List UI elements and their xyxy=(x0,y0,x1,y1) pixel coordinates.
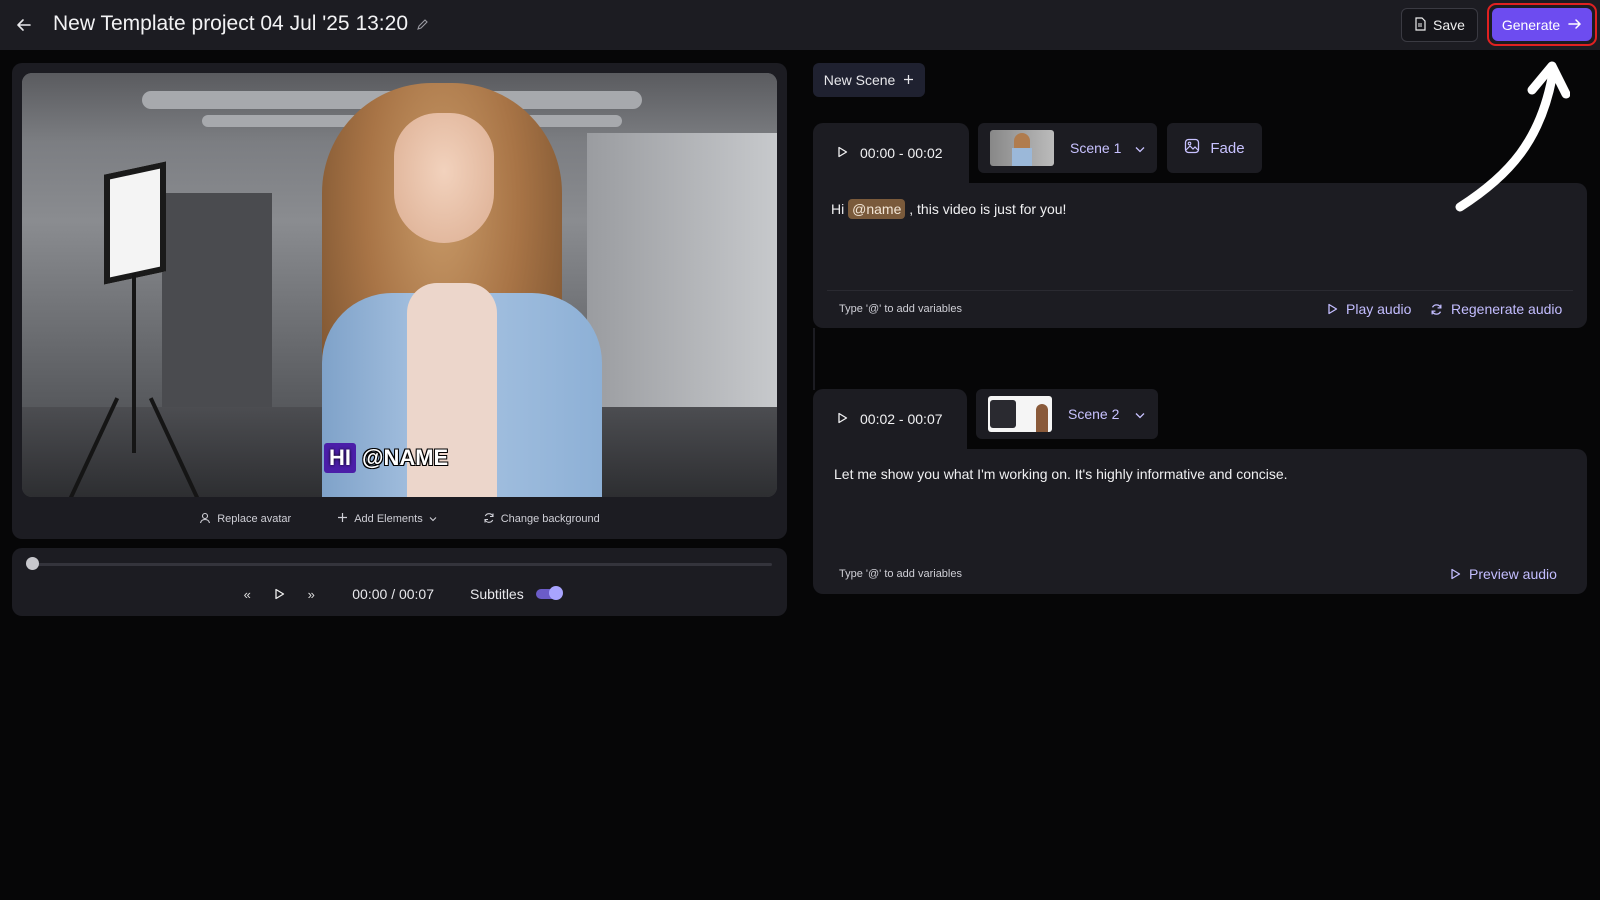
chevron-down-icon xyxy=(1135,140,1145,156)
preview-panel: HI @NAME Replace avatar Add Elements Cha… xyxy=(12,63,787,539)
studio-wall xyxy=(587,133,777,433)
scene-connector xyxy=(813,328,845,390)
play-icon[interactable] xyxy=(837,411,848,427)
pencil-icon[interactable] xyxy=(416,17,430,31)
scene-2-script-card: Let me show you what I'm working on. It'… xyxy=(813,449,1587,594)
preview-toolbar: Replace avatar Add Elements Change backg… xyxy=(12,499,787,539)
save-file-icon xyxy=(1414,16,1426,34)
preview-audio-button[interactable]: Preview audio xyxy=(1450,566,1557,582)
timeline-scrubber[interactable] xyxy=(26,557,39,570)
change-background-button[interactable]: Change background xyxy=(483,512,600,527)
arrow-right-icon xyxy=(1568,17,1582,33)
project-title-text: New Template project 04 Jul '25 13:20 xyxy=(53,12,409,35)
add-elements-button[interactable]: Add Elements xyxy=(337,512,437,526)
scene-1-thumbnail xyxy=(990,130,1054,166)
play-icon xyxy=(1451,568,1461,580)
playback-time: 00:00 / 00:07 xyxy=(352,586,435,602)
regenerate-audio-label: Regenerate audio xyxy=(1451,301,1563,317)
light-stand xyxy=(132,273,136,453)
subtitles-control: Subtitles xyxy=(470,586,563,602)
generate-button[interactable]: Generate xyxy=(1492,8,1592,41)
play-audio-button[interactable]: Play audio xyxy=(1327,301,1411,317)
avatar-face xyxy=(394,113,494,243)
scene-2-time-range: 00:02 - 00:07 xyxy=(860,411,943,427)
user-icon xyxy=(199,512,211,527)
variables-hint: Type '@' to add variables xyxy=(839,303,962,315)
playback-panel: « » 00:00 / 00:07 Subtitles xyxy=(12,548,787,616)
replace-avatar-label: Replace avatar xyxy=(217,513,292,525)
top-bar: New Template project 04 Jul '25 13:20 Sa… xyxy=(0,0,1600,50)
transition-label: Fade xyxy=(1210,139,1245,157)
play-icon xyxy=(1328,303,1338,315)
scene-2-selector[interactable]: Scene 2 xyxy=(976,389,1158,439)
plus-icon xyxy=(903,72,914,88)
subtitles-toggle[interactable] xyxy=(535,586,563,600)
skip-back-icon[interactable]: « xyxy=(238,585,256,603)
scene-1-time-tab[interactable]: 00:00 - 00:02 xyxy=(813,123,969,183)
image-transition-icon xyxy=(1184,138,1200,158)
subtitle-caption: HI @NAME xyxy=(324,443,448,473)
preview-audio-label: Preview audio xyxy=(1469,566,1557,582)
scene-2-script[interactable]: Let me show you what I'm working on. It'… xyxy=(834,466,1288,482)
variable-chip-name[interactable]: @name xyxy=(848,199,906,219)
play-audio-label: Play audio xyxy=(1346,301,1412,317)
video-preview[interactable]: HI @NAME xyxy=(22,73,777,497)
replace-avatar-button[interactable]: Replace avatar xyxy=(199,512,291,527)
add-elements-label: Add Elements xyxy=(354,513,423,525)
back-arrow-icon[interactable] xyxy=(12,13,36,37)
scene-2-thumbnail xyxy=(988,396,1052,432)
save-label: Save xyxy=(1433,17,1465,33)
chevron-down-icon xyxy=(1135,406,1145,422)
play-icon[interactable] xyxy=(837,145,848,161)
script-divider xyxy=(827,290,1573,291)
annotation-arrow-icon xyxy=(1455,61,1570,212)
save-button[interactable]: Save xyxy=(1401,8,1478,42)
timeline-track[interactable] xyxy=(31,563,772,566)
plus-icon xyxy=(337,512,348,526)
refresh-icon xyxy=(483,512,495,527)
studio-door xyxy=(162,193,272,433)
new-scene-button[interactable]: New Scene xyxy=(813,63,925,97)
script-text-before: Hi xyxy=(831,201,845,217)
caption-word-hi: HI xyxy=(324,443,356,473)
variables-hint: Type '@' to add variables xyxy=(839,568,962,580)
generate-highlight: Generate xyxy=(1487,3,1597,46)
scene-2-label: Scene 2 xyxy=(1068,406,1120,422)
play-icon[interactable] xyxy=(270,585,288,603)
scene-1-script[interactable]: Hi @name , this video is just for you! xyxy=(831,199,1067,219)
script-text-after: , this video is just for you! xyxy=(909,201,1067,217)
regenerate-audio-button[interactable]: Regenerate audio xyxy=(1430,301,1562,317)
subtitles-label: Subtitles xyxy=(470,586,524,602)
project-title[interactable]: New Template project 04 Jul '25 13:20 xyxy=(53,12,430,36)
skip-forward-icon[interactable]: » xyxy=(302,585,320,603)
scene-2-time-tab[interactable]: 00:02 - 00:07 xyxy=(813,389,967,449)
scene-1-time-range: 00:00 - 00:02 xyxy=(860,145,943,161)
scene-1-label: Scene 1 xyxy=(1070,140,1122,156)
playback-controls: « » 00:00 / 00:07 Subtitles xyxy=(12,582,787,606)
generate-label: Generate xyxy=(1501,16,1561,33)
change-background-label: Change background xyxy=(500,513,600,525)
softbox-light xyxy=(104,161,166,285)
new-scene-label: New Scene xyxy=(823,72,896,88)
refresh-icon xyxy=(1431,303,1442,315)
scene-1-transition-button[interactable]: Fade xyxy=(1167,123,1262,173)
thumbnail-avatar xyxy=(1036,404,1048,432)
scene-1-selector[interactable]: Scene 1 xyxy=(978,123,1157,173)
caption-word-name: @NAME xyxy=(362,445,449,470)
chevron-down-icon xyxy=(429,513,437,525)
thumbnail-slide xyxy=(990,400,1016,428)
thumbnail-jacket xyxy=(1012,148,1032,166)
